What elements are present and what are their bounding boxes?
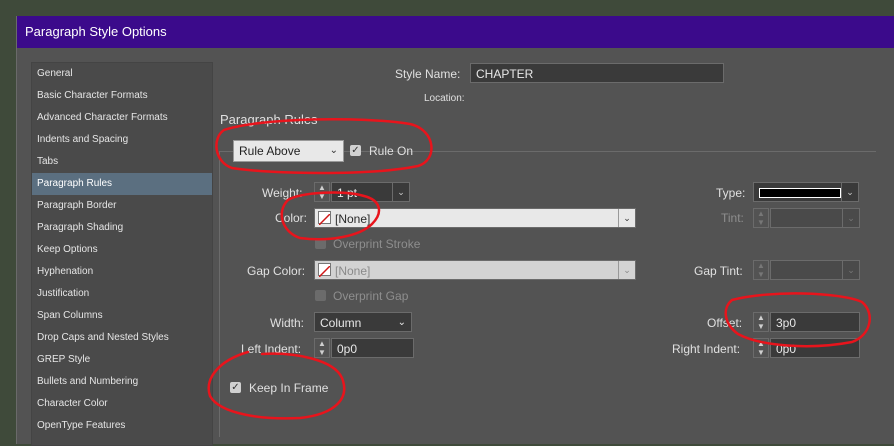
annotation-circle-keep-in-frame — [207, 350, 346, 420]
annotation-overlay — [207, 117, 871, 420]
annotation-circle-color — [280, 191, 381, 241]
annotation-circle-offset — [724, 292, 871, 348]
annotation-circle-rule — [215, 117, 433, 175]
